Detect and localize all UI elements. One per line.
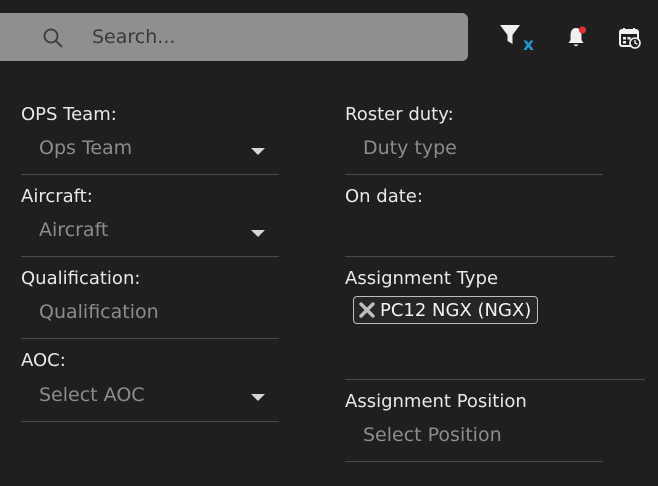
qualification-underline xyxy=(21,338,279,339)
on-date-label: On date: xyxy=(345,186,423,207)
duty-type-select[interactable]: Duty type xyxy=(363,137,457,159)
assignment-position-underline xyxy=(345,461,603,462)
assignment-type-filter: Assignment Type xyxy=(345,268,645,382)
assignment-type-underline xyxy=(345,379,645,380)
qualification-input[interactable]: Qualification xyxy=(39,301,159,323)
ops-team-label: OPS Team: xyxy=(21,104,117,125)
bell-icon xyxy=(568,26,587,47)
chevron-down-icon[interactable] xyxy=(251,148,265,155)
ops-team-filter: OPS Team: Ops Team xyxy=(21,104,279,176)
clear-filters-button[interactable]: x xyxy=(498,22,540,58)
search-icon xyxy=(43,28,63,48)
remove-chip-icon[interactable] xyxy=(358,301,376,319)
on-date-input[interactable] xyxy=(363,219,613,245)
assignment-type-label: Assignment Type xyxy=(345,268,499,289)
position-select[interactable]: Select Position xyxy=(363,424,502,446)
roster-duty-filter: Roster duty: Duty type xyxy=(345,104,635,176)
on-date-underline xyxy=(345,256,615,257)
filter-clear-badge: x xyxy=(523,35,534,55)
on-date-filter: On date: xyxy=(345,186,635,258)
assignment-type-chip: PC12 NGX (NGX) xyxy=(353,296,539,324)
assignment-position-label: Assignment Position xyxy=(345,391,527,412)
qualification-label: Qualification: xyxy=(21,268,141,289)
ops-team-underline xyxy=(21,174,279,175)
aoc-filter: AOC: Select AOC xyxy=(21,350,279,424)
ops-team-select[interactable]: Ops Team xyxy=(39,137,132,159)
roster-duty-label: Roster duty: xyxy=(345,104,454,125)
aoc-label: AOC: xyxy=(21,350,66,371)
chevron-down-icon[interactable] xyxy=(251,394,265,401)
search-bar[interactable] xyxy=(0,13,468,61)
search-input[interactable] xyxy=(92,23,442,51)
chevron-down-icon[interactable] xyxy=(251,230,265,237)
aoc-underline xyxy=(21,421,279,422)
roster-duty-underline xyxy=(345,174,603,175)
notifications-button[interactable] xyxy=(564,24,590,50)
calendar-clock-icon xyxy=(619,28,641,49)
chip-label: PC12 NGX (NGX) xyxy=(380,299,532,321)
aircraft-filter: Aircraft: Aircraft xyxy=(21,186,279,258)
calendar-button[interactable] xyxy=(618,26,642,50)
aircraft-label: Aircraft: xyxy=(21,186,93,207)
aircraft-underline xyxy=(21,256,279,257)
aircraft-select[interactable]: Aircraft xyxy=(39,219,108,241)
aoc-select[interactable]: Select AOC xyxy=(39,384,145,406)
qualification-filter: Qualification: Qualification xyxy=(21,268,279,340)
assignment-position-filter: Assignment Position Select Position xyxy=(345,391,635,463)
